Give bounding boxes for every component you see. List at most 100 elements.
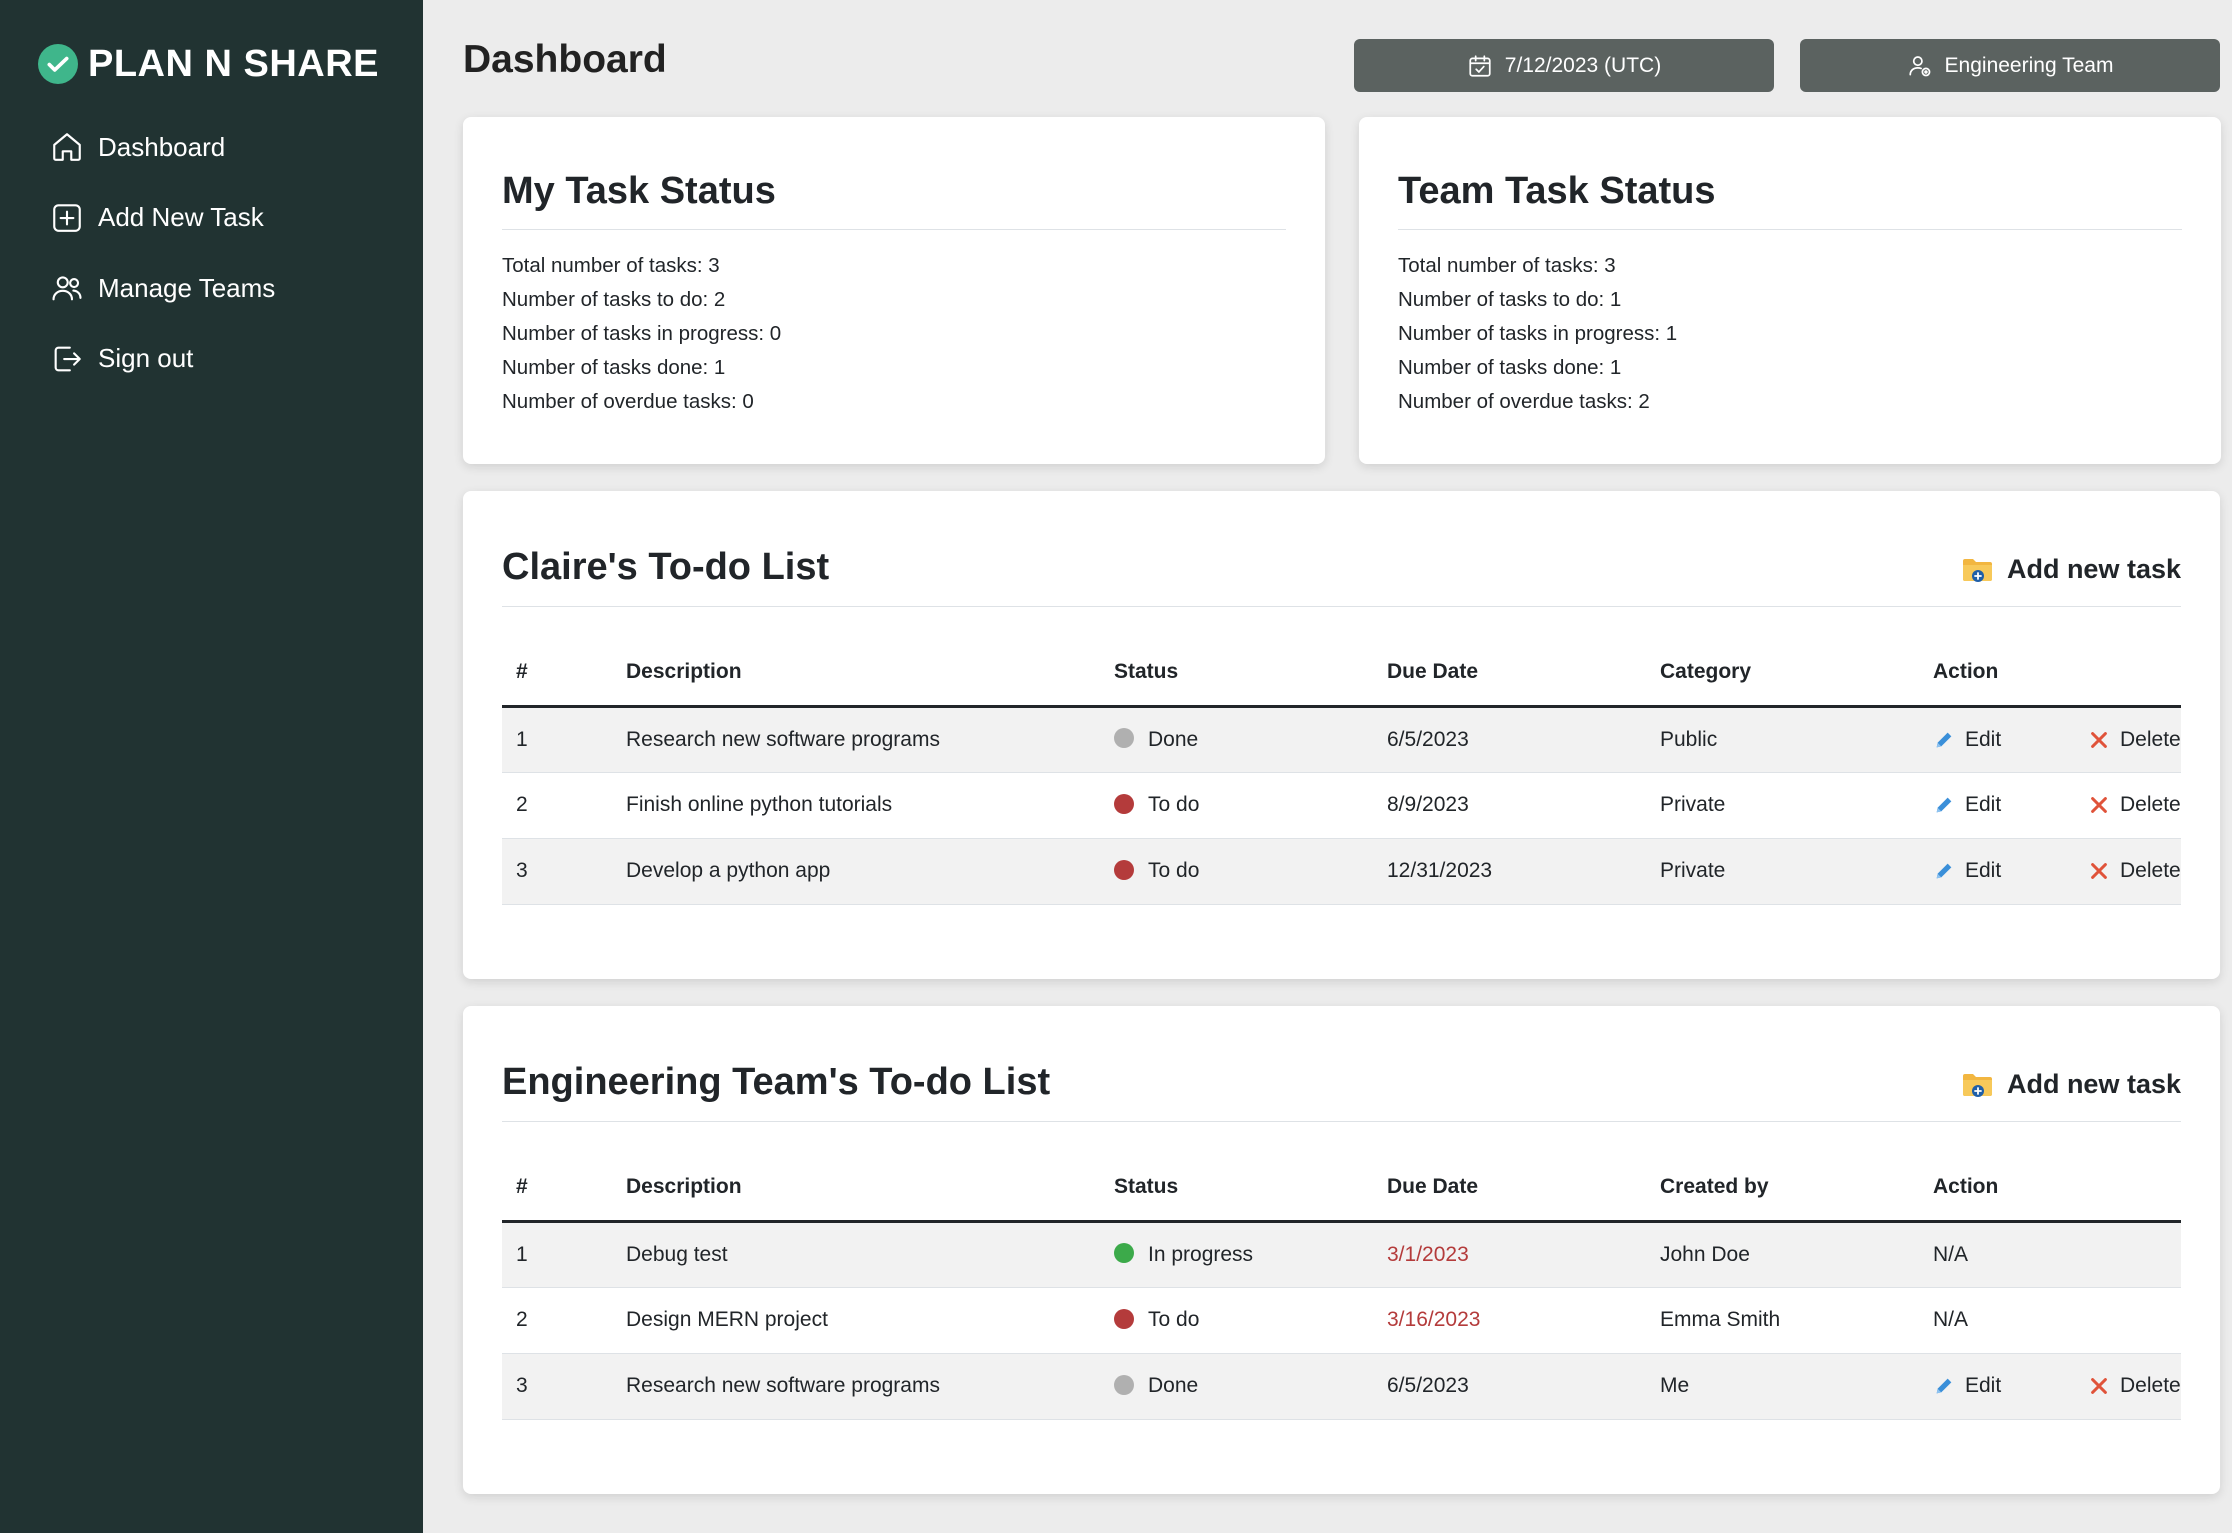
check-circle-icon: [38, 44, 78, 84]
column-header-due-date: Due Date: [1373, 639, 1646, 708]
delete-label: Delete: [2120, 859, 2181, 882]
status-todo-dot: [1114, 1308, 1134, 1329]
edit-button[interactable]: Edit: [1933, 859, 2088, 883]
sidebar-nav: Dashboard Add New Task Manage Teams Sign…: [50, 122, 275, 404]
edit-label: Edit: [1965, 793, 2002, 816]
team-task-status-title: Team Task Status: [1398, 117, 2182, 230]
status-label: To do: [1148, 1308, 1200, 1331]
table-row: 3 Develop a python app To do 12/31/2023 …: [502, 838, 2181, 905]
table-row: 1 Debug test In progress 3/1/2023 John D…: [502, 1221, 2181, 1288]
calendar-check-icon: [1469, 54, 1491, 77]
cell-action: Edit Delete: [1919, 706, 2181, 773]
status-todo-dot: [1114, 793, 1134, 814]
home-icon: [53, 133, 81, 161]
status-in-progress-dot: [1114, 1243, 1134, 1264]
users-icon: [52, 276, 82, 301]
cell-description: Design MERN project: [612, 1287, 1100, 1354]
status-label: To do: [1148, 793, 1200, 816]
delete-button[interactable]: Delete: [2088, 728, 2181, 752]
sidebar-item-add-new-task[interactable]: Add New Task: [50, 193, 275, 243]
status-line: Total number of tasks: 3: [1398, 254, 1616, 277]
cell-due-date: 3/16/2023: [1373, 1287, 1646, 1354]
status-label: Done: [1148, 727, 1199, 751]
team-task-status-card: Team Task Status Total number of tasks: …: [1359, 117, 2221, 464]
team-todo-header: Engineering Team's To-do List Add new ta…: [502, 1006, 2181, 1122]
column-header-due-date: Due Date: [1373, 1154, 1646, 1223]
folder-add-icon: [1962, 558, 1992, 582]
sidebar-item-sign-out[interactable]: Sign out: [50, 334, 275, 384]
status-line: Number of tasks in progress: 1: [1398, 322, 1678, 345]
pencil-icon: [1936, 863, 1952, 879]
cell-action: N/A: [1919, 1287, 2181, 1354]
cell-created-by: Me: [1646, 1353, 1919, 1420]
column-header-status: Status: [1100, 1154, 1373, 1223]
cell-action: N/A: [1919, 1221, 2181, 1288]
status-line: Number of overdue tasks: 2: [1398, 390, 1650, 413]
sidebar: PLAN N SHARE Dashboard Add New Task Mana…: [0, 0, 423, 1533]
column-header-number: #: [502, 1154, 612, 1223]
cell-due-date: 8/9/2023: [1373, 772, 1646, 839]
sidebar-item-dashboard[interactable]: Dashboard: [50, 122, 275, 172]
edit-button[interactable]: Edit: [1933, 1374, 2088, 1398]
add-new-task-button[interactable]: Add new task: [1961, 554, 2181, 585]
column-header-action: Action: [1919, 1154, 2181, 1223]
status-line: Total number of tasks: 3: [502, 254, 720, 277]
status-label: Done: [1148, 1374, 1199, 1397]
cell-number: 2: [502, 772, 612, 839]
edit-label: Edit: [1965, 727, 2002, 751]
plus-square-icon: [53, 203, 81, 232]
status-done-dot: [1114, 1374, 1134, 1395]
table-header-row: # Description Status Due Date Created by…: [502, 1154, 2181, 1223]
status-line: Number of tasks done: 1: [1398, 356, 1622, 379]
cell-action: Edit Delete: [1919, 838, 2181, 905]
pencil-icon: [1936, 732, 1952, 747]
cell-status: Done: [1100, 1353, 1373, 1420]
delete-label: Delete: [2120, 793, 2181, 816]
add-new-task-label: Add new task: [2006, 554, 2181, 584]
my-task-status-card: My Task Status Total number of tasks: 3 …: [463, 117, 1325, 464]
cell-description: Research new software programs: [612, 706, 1100, 773]
close-icon: [2091, 863, 2107, 879]
personal-todo-card: Claire's To-do List Add new task # Descr…: [463, 491, 2220, 979]
close-icon: [2091, 797, 2107, 813]
team-todo-title: Engineering Team's To-do List: [502, 1061, 1051, 1103]
brand-name: PLAN N SHARE: [88, 42, 380, 85]
sidebar-item-label: Dashboard: [98, 131, 226, 162]
cell-due-date: 6/5/2023: [1373, 1353, 1646, 1420]
date-button[interactable]: 7/12/2023 (UTC): [1354, 39, 1774, 92]
column-header-number: #: [502, 639, 612, 708]
edit-button[interactable]: Edit: [1933, 728, 2088, 752]
cell-status: To do: [1100, 838, 1373, 905]
delete-button[interactable]: Delete: [2088, 859, 2181, 883]
status-done-dot: [1114, 728, 1134, 749]
delete-label: Delete: [2120, 1374, 2181, 1397]
cell-action: Edit Delete: [1919, 1353, 2181, 1420]
cell-status: To do: [1100, 772, 1373, 839]
user-settings-icon: [1908, 55, 1930, 76]
status-line: Number of tasks to do: 2: [502, 288, 726, 311]
cell-created-by: Emma Smith: [1646, 1287, 1919, 1354]
team-button[interactable]: Engineering Team: [1800, 39, 2220, 92]
column-header-status: Status: [1100, 639, 1373, 708]
sidebar-item-manage-teams[interactable]: Manage Teams: [50, 263, 275, 313]
cell-category: Public: [1646, 706, 1919, 773]
add-new-team-task-button[interactable]: Add new task: [1961, 1069, 2181, 1100]
column-header-description: Description: [612, 1154, 1100, 1223]
table-header-row: # Description Status Due Date Category A…: [502, 639, 2181, 708]
brand-logo[interactable]: PLAN N SHARE: [38, 40, 379, 88]
cell-description: Develop a python app: [612, 838, 1100, 905]
cell-description: Debug test: [612, 1221, 1100, 1288]
pencil-icon: [1936, 797, 1952, 813]
my-task-status-title: My Task Status: [502, 117, 1286, 230]
cell-created-by: John Doe: [1646, 1221, 1919, 1288]
status-label: To do: [1148, 859, 1200, 882]
delete-button[interactable]: Delete: [2088, 793, 2181, 817]
status-label: In progress: [1148, 1242, 1254, 1266]
team-task-status-list: Total number of tasks: 3 Number of tasks…: [1398, 249, 2182, 419]
close-icon: [2091, 731, 2107, 748]
cell-number: 2: [502, 1287, 612, 1354]
close-icon: [2091, 1378, 2107, 1394]
edit-button[interactable]: Edit: [1933, 793, 2088, 817]
delete-button[interactable]: Delete: [2088, 1374, 2181, 1398]
cell-due-date: 12/31/2023: [1373, 838, 1646, 905]
